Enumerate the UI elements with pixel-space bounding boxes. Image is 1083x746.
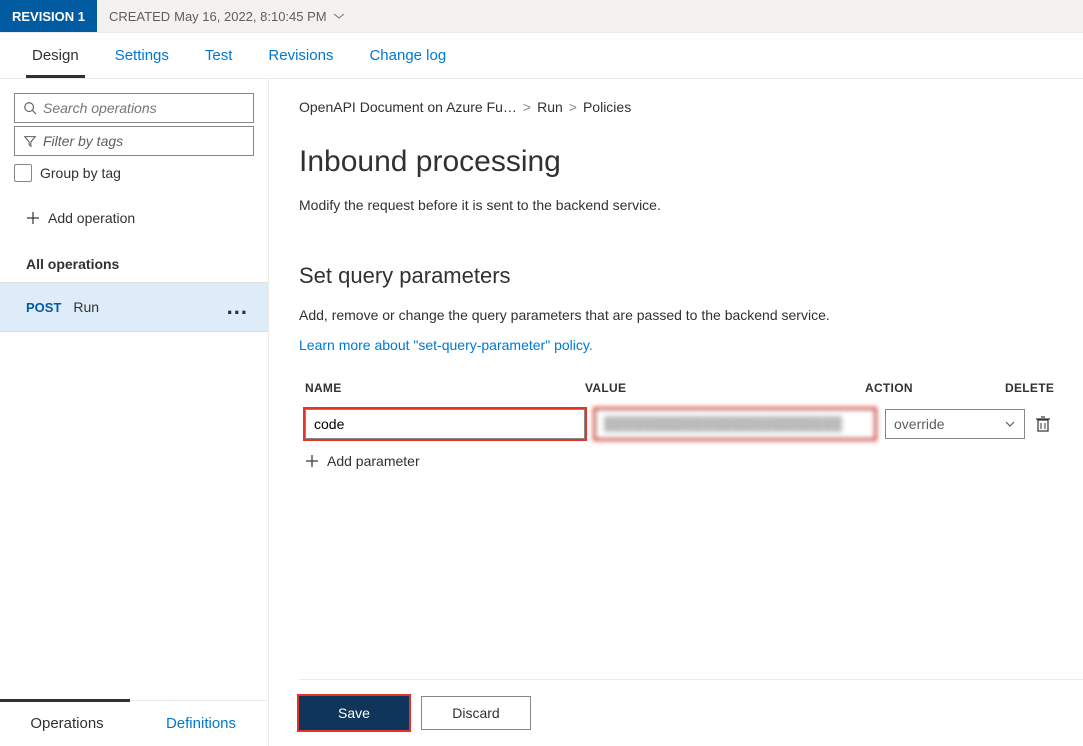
param-value-input[interactable] xyxy=(595,409,875,439)
param-action-select[interactable]: override xyxy=(885,409,1025,439)
page-title: Inbound processing xyxy=(299,145,1083,179)
save-button[interactable]: Save xyxy=(299,696,409,730)
bottom-tab-definitions[interactable]: Definitions xyxy=(134,701,268,746)
add-operation-label: Add operation xyxy=(48,210,135,226)
col-value: VALUE xyxy=(585,381,865,395)
page-description: Modify the request before it is sent to … xyxy=(299,197,1083,213)
group-by-label: Group by tag xyxy=(40,165,121,181)
checkbox-icon[interactable] xyxy=(14,164,32,182)
tab-changelog[interactable]: Change log xyxy=(351,33,464,78)
group-by-tag[interactable]: Group by tag xyxy=(14,164,254,182)
operation-method: POST xyxy=(26,300,61,315)
col-delete: DELETE xyxy=(1005,381,1065,395)
main-tabs: Design Settings Test Revisions Change lo… xyxy=(0,33,1083,79)
breadcrumb-operation[interactable]: Run xyxy=(537,99,563,115)
revision-badge: REVISION 1 xyxy=(0,0,97,32)
add-parameter-button[interactable]: Add parameter xyxy=(299,443,1083,479)
add-parameter-label: Add parameter xyxy=(327,453,420,469)
chevron-right-icon: > xyxy=(569,99,577,115)
search-input[interactable] xyxy=(43,100,245,116)
breadcrumb-section: Policies xyxy=(583,99,631,115)
search-icon xyxy=(23,101,37,115)
tab-settings[interactable]: Settings xyxy=(97,33,187,78)
delete-row-button[interactable] xyxy=(1035,415,1083,433)
breadcrumb-api[interactable]: OpenAPI Document on Azure Fu… xyxy=(299,99,517,115)
operation-name: Run xyxy=(73,299,99,315)
created-value: May 16, 2022, 8:10:45 PM xyxy=(174,9,326,24)
main-content: OpenAPI Document on Azure Fu… > Run > Po… xyxy=(269,79,1083,746)
plus-icon xyxy=(305,454,319,468)
col-name: NAME xyxy=(305,381,585,395)
section-description: Add, remove or change the query paramete… xyxy=(299,307,1083,323)
revision-meta[interactable]: CREATED May 16, 2022, 8:10:45 PM xyxy=(97,0,359,32)
created-label: CREATED xyxy=(109,9,170,24)
filter-placeholder: Filter by tags xyxy=(43,133,245,149)
revision-bar: REVISION 1 CREATED May 16, 2022, 8:10:45… xyxy=(0,0,1083,33)
table-row: override xyxy=(299,405,1083,443)
all-operations-header[interactable]: All operations xyxy=(0,236,268,282)
sidebar-bottom-tabs: Operations Definitions xyxy=(0,700,268,746)
learn-more-link[interactable]: Learn more about "set-query-parameter" p… xyxy=(299,337,1083,353)
discard-button[interactable]: Discard xyxy=(421,696,531,730)
breadcrumb: OpenAPI Document on Azure Fu… > Run > Po… xyxy=(299,99,1083,115)
operation-item-run[interactable]: POST Run ... xyxy=(0,282,268,332)
param-name-input[interactable] xyxy=(305,409,585,439)
sidebar: Filter by tags Group by tag Add operatio… xyxy=(0,79,269,746)
chevron-down-icon xyxy=(331,11,347,21)
filter-icon xyxy=(23,134,37,148)
more-icon[interactable]: ... xyxy=(227,303,248,312)
section-heading: Set query parameters xyxy=(299,263,1083,289)
trash-icon xyxy=(1035,415,1051,433)
filter-by-tags[interactable]: Filter by tags xyxy=(14,126,254,156)
bottom-tab-operations[interactable]: Operations xyxy=(0,701,134,746)
chevron-right-icon: > xyxy=(523,99,531,115)
action-value: override xyxy=(894,416,945,432)
search-operations[interactable] xyxy=(14,93,254,123)
parameters-table: NAME VALUE ACTION DELETE override xyxy=(299,381,1083,479)
add-operation-button[interactable]: Add operation xyxy=(0,190,268,236)
col-action: ACTION xyxy=(865,381,1005,395)
tab-test[interactable]: Test xyxy=(187,33,251,78)
plus-icon xyxy=(26,211,40,225)
tab-design[interactable]: Design xyxy=(14,33,97,78)
chevron-down-icon xyxy=(1004,420,1016,428)
tab-revisions[interactable]: Revisions xyxy=(250,33,351,78)
footer: Save Discard xyxy=(299,679,1083,746)
